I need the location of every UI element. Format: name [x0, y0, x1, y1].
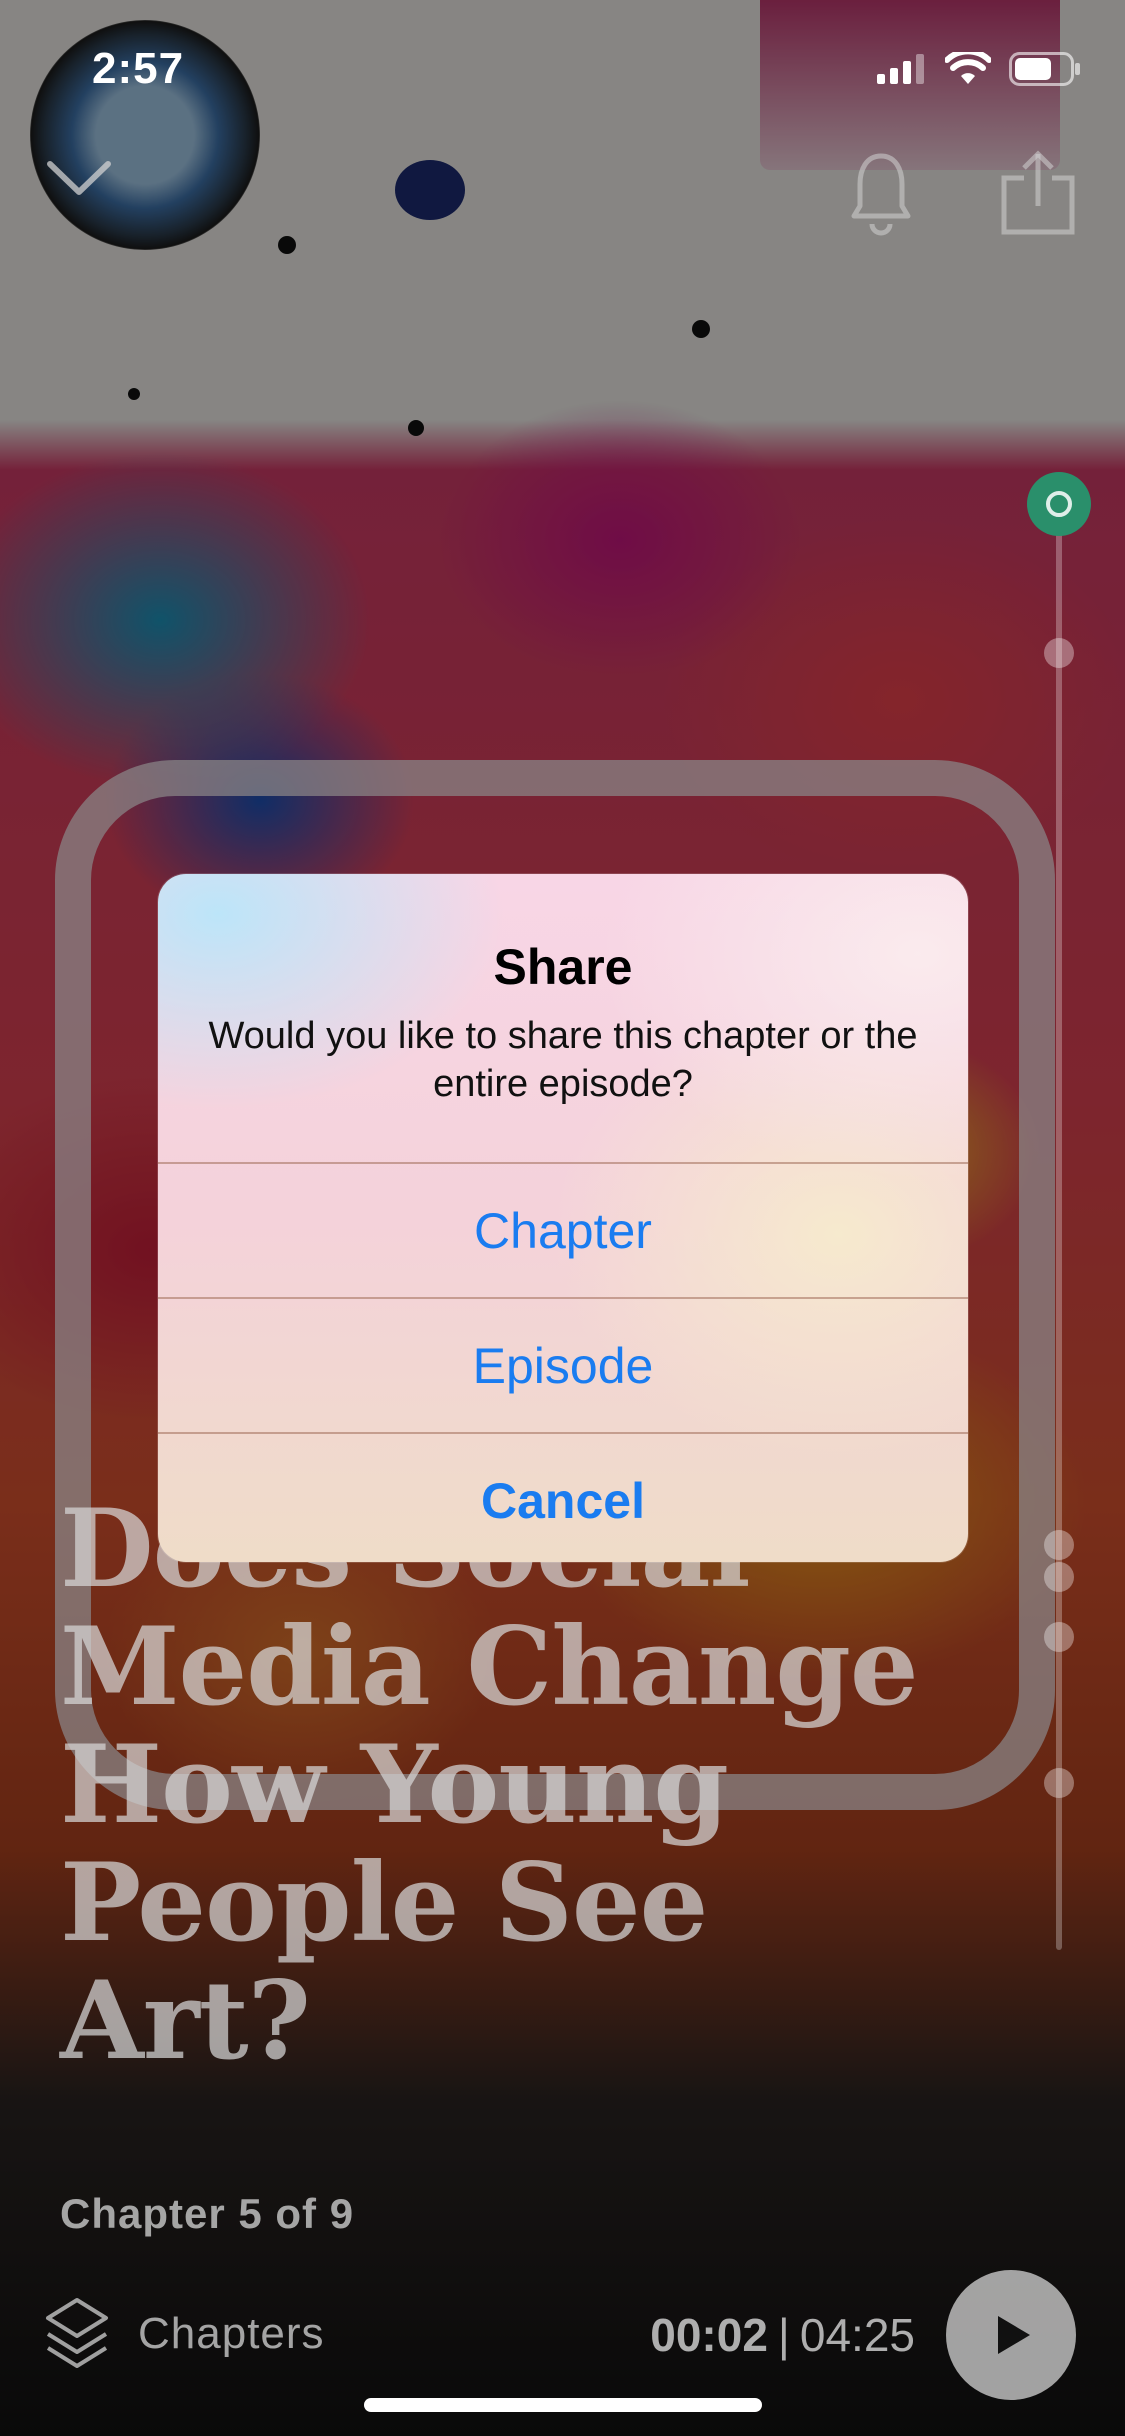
share-episode-button[interactable]: Episode	[158, 1297, 968, 1432]
share-chapter-button[interactable]: Chapter	[158, 1162, 968, 1297]
timeline-chapter-marker[interactable]	[1044, 638, 1074, 668]
chapter-count: Chapter 5 of 9	[60, 2190, 355, 2237]
alert-header: Share Would you like to share this chapt…	[158, 874, 968, 1162]
cancel-button[interactable]: Cancel	[158, 1432, 968, 1562]
play-button[interactable]	[946, 2270, 1076, 2400]
collapse-button[interactable]	[44, 150, 114, 205]
wifi-icon	[945, 52, 991, 84]
share-alert-dialog: Share Would you like to share this chapt…	[158, 874, 968, 1562]
timeline-position-ring	[1046, 491, 1072, 517]
time-readout: 00:02 | 04:25	[650, 2308, 915, 2362]
share-button[interactable]	[998, 148, 1078, 243]
current-time: 00:02	[650, 2309, 768, 2361]
cellular-signal-icon	[877, 54, 924, 84]
timeline-chapter-marker[interactable]	[1044, 1622, 1074, 1652]
alert-button[interactable]	[850, 148, 912, 243]
timeline-chapter-marker[interactable]	[1044, 1768, 1074, 1798]
episode-title: Does Social Media Change How Young Peopl…	[60, 1490, 919, 2084]
chapter-timeline[interactable]	[1056, 500, 1062, 1950]
home-indicator[interactable]	[364, 2398, 762, 2412]
chapters-label: Chapters	[138, 2309, 325, 2358]
duration: 04:25	[799, 2309, 915, 2361]
chevron-down-icon	[47, 161, 111, 195]
time-separator: |	[777, 2309, 790, 2361]
status-time: 2:57	[92, 44, 185, 93]
player-screen: 2:57 Media Change How Young People See A…	[0, 0, 1125, 2436]
share-icon	[1001, 150, 1075, 235]
bell-icon	[851, 153, 911, 236]
timeline-current-position[interactable]	[1027, 472, 1091, 536]
timeline-chapter-marker[interactable]	[1044, 1562, 1074, 1592]
chapters-button[interactable]: Chapters	[44, 2296, 325, 2372]
battery-icon	[1009, 52, 1080, 86]
play-icon	[998, 2316, 1030, 2354]
timeline-chapter-marker[interactable]	[1044, 1530, 1074, 1560]
alert-title: Share	[493, 939, 633, 995]
alert-message: Would you like to share this chapter or …	[208, 1015, 918, 1105]
layers-icon	[46, 2298, 108, 2368]
status-icons	[877, 52, 1081, 86]
